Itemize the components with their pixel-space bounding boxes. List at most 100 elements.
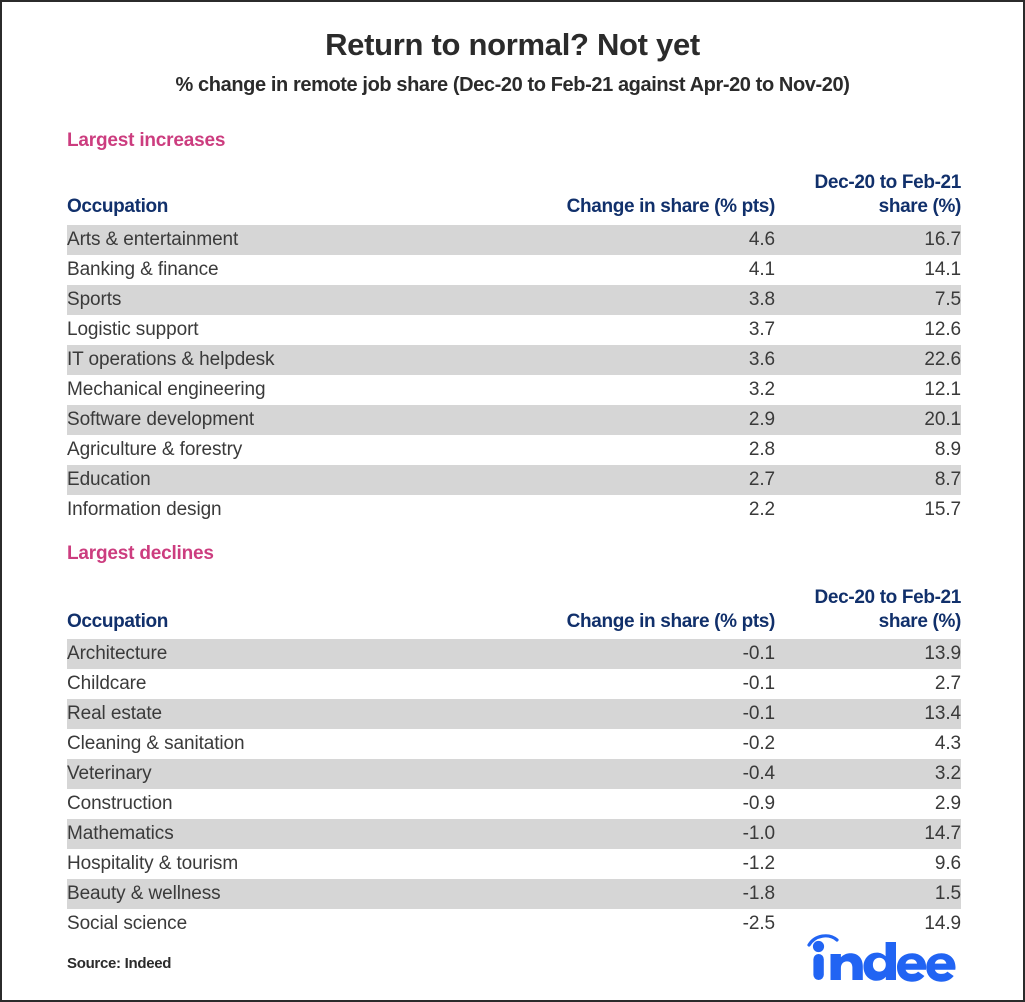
- chart-figure: Return to normal? Not yet % change in re…: [0, 0, 1025, 1002]
- source-note: Source: Indeed: [67, 955, 172, 972]
- cell-share: 20.1: [775, 404, 961, 435]
- cell-change: 3.7: [465, 314, 775, 345]
- cell-occupation: Construction: [67, 789, 465, 820]
- cell-occupation: Childcare: [67, 669, 465, 700]
- table-top-spacer-declines: [67, 565, 958, 586]
- cell-share: 14.7: [775, 819, 961, 850]
- table-row: Construction -0.9 2.9: [67, 789, 961, 820]
- cell-share: 8.7: [775, 464, 961, 495]
- cell-change: 2.7: [465, 464, 775, 495]
- cell-change: -0.1: [465, 669, 775, 700]
- cell-occupation: Agriculture & forestry: [67, 434, 465, 465]
- table-row: Real estate -0.1 13.4: [67, 699, 961, 730]
- cell-change: -0.9: [465, 789, 775, 820]
- page-title: Return to normal? Not yet: [325, 27, 700, 62]
- cell-change: -0.1: [465, 699, 775, 730]
- column-header-share: Dec-20 to Feb-21 share (%): [775, 171, 962, 225]
- column-header-share: Dec-20 to Feb-21 share (%): [775, 586, 962, 640]
- table-row: Cleaning & sanitation -0.2 4.3: [67, 729, 961, 760]
- indeed-logo-icon: [807, 934, 956, 982]
- column-header-share-line2: share (%): [878, 611, 962, 633]
- cell-change: 3.6: [465, 344, 775, 375]
- cell-share: 16.7: [775, 224, 961, 255]
- column-header-share-line2: share (%): [878, 196, 962, 218]
- table-head-increases: Occupation Change in share (% pts) Dec-2…: [67, 171, 961, 225]
- table-body-increases: Arts & entertainment 4.6 16.7 Banking & …: [67, 224, 961, 525]
- column-header-occupation: Occupation: [67, 196, 169, 218]
- cell-change: -0.4: [465, 759, 775, 790]
- cell-occupation: Arts & entertainment: [67, 224, 465, 255]
- table-row: Banking & finance 4.1 14.1: [67, 254, 961, 285]
- section-heading-declines: Largest declines: [67, 542, 214, 564]
- indeed-logo: [806, 926, 958, 982]
- cell-occupation: IT operations & helpdesk: [67, 344, 465, 375]
- table-row: Beauty & wellness -1.8 1.5: [67, 879, 961, 910]
- column-header-share-line1: Dec-20 to Feb-21: [814, 586, 962, 608]
- cell-change: -0.1: [465, 639, 775, 670]
- cell-share: 13.4: [775, 699, 961, 730]
- table-row: Software development 2.9 20.1: [67, 404, 961, 435]
- cell-change: -1.0: [465, 819, 775, 850]
- table-row: Architecture -0.1 13.9: [67, 639, 961, 670]
- cell-share: 12.6: [775, 314, 961, 345]
- table-largest-increases: Occupation Change in share (% pts) Dec-2…: [67, 171, 961, 525]
- cell-occupation: Beauty & wellness: [67, 879, 465, 910]
- column-header-share-line1: Dec-20 to Feb-21: [814, 172, 962, 194]
- cell-share: 15.7: [775, 494, 961, 525]
- table-header-row: Occupation Change in share (% pts) Dec-2…: [67, 171, 961, 225]
- table-row: Logistic support 3.7 12.6: [67, 314, 961, 345]
- cell-share: 9.6: [775, 849, 961, 880]
- cell-share: 22.6: [775, 344, 961, 375]
- cell-change: 4.6: [465, 224, 775, 255]
- table-row: Childcare -0.1 2.7: [67, 669, 961, 700]
- table-row: Veterinary -0.4 3.2: [67, 759, 961, 790]
- table-row: Agriculture & forestry 2.8 8.9: [67, 434, 961, 465]
- cell-share: 12.1: [775, 374, 961, 405]
- figure-inner: Return to normal? Not yet % change in re…: [2, 2, 1023, 1000]
- cell-occupation: Architecture: [67, 639, 465, 670]
- cell-occupation: Education: [67, 464, 465, 495]
- cell-occupation: Mathematics: [67, 819, 465, 850]
- table-row: IT operations & helpdesk 3.6 22.6: [67, 344, 961, 375]
- cell-occupation: Software development: [67, 404, 465, 435]
- cell-change: 3.8: [465, 284, 775, 315]
- table-head-declines: Occupation Change in share (% pts) Dec-2…: [67, 586, 961, 640]
- table-body-declines: Architecture -0.1 13.9 Childcare -0.1 2.…: [67, 639, 961, 940]
- cell-share: 3.2: [775, 759, 961, 790]
- cell-change: 3.2: [465, 374, 775, 405]
- table-row: Sports 3.8 7.5: [67, 284, 961, 315]
- column-header-occupation: Occupation: [67, 611, 169, 633]
- figure-footer: Source: Indeed: [67, 924, 958, 982]
- table-row: Education 2.7 8.7: [67, 464, 961, 495]
- cell-occupation: Hospitality & tourism: [67, 849, 465, 880]
- cell-share: 1.5: [775, 879, 961, 910]
- table-row: Hospitality & tourism -1.2 9.6: [67, 849, 961, 880]
- cell-share: 8.9: [775, 434, 961, 465]
- cell-occupation: Real estate: [67, 699, 465, 730]
- cell-change: -1.2: [465, 849, 775, 880]
- cell-change: 4.1: [465, 254, 775, 285]
- column-header-change: Change in share (% pts): [566, 611, 776, 633]
- cell-occupation: Information design: [67, 494, 465, 525]
- table-row: Arts & entertainment 4.6 16.7: [67, 224, 961, 255]
- cell-occupation: Banking & finance: [67, 254, 465, 285]
- table-largest-declines: Occupation Change in share (% pts) Dec-2…: [67, 586, 961, 940]
- cell-change: -1.8: [465, 879, 775, 910]
- cell-occupation: Logistic support: [67, 314, 465, 345]
- cell-change: 2.8: [465, 434, 775, 465]
- page-subtitle: % change in remote job share (Dec-20 to …: [175, 74, 850, 97]
- table-top-spacer-increases: [67, 152, 958, 171]
- table-row: Mechanical engineering 3.2 12.1: [67, 374, 961, 405]
- cell-change: -0.2: [465, 729, 775, 760]
- cell-change: 2.2: [465, 494, 775, 525]
- cell-occupation: Mechanical engineering: [67, 374, 465, 405]
- column-header-change: Change in share (% pts): [566, 196, 776, 218]
- table-header-row: Occupation Change in share (% pts) Dec-2…: [67, 586, 961, 640]
- cell-occupation: Sports: [67, 284, 465, 315]
- cell-occupation: Veterinary: [67, 759, 465, 790]
- cell-share: 14.1: [775, 254, 961, 285]
- section-heading-increases: Largest increases: [67, 130, 226, 152]
- cell-share: 13.9: [775, 639, 961, 670]
- cell-share: 2.9: [775, 789, 961, 820]
- table-row: Information design 2.2 15.7: [67, 494, 961, 525]
